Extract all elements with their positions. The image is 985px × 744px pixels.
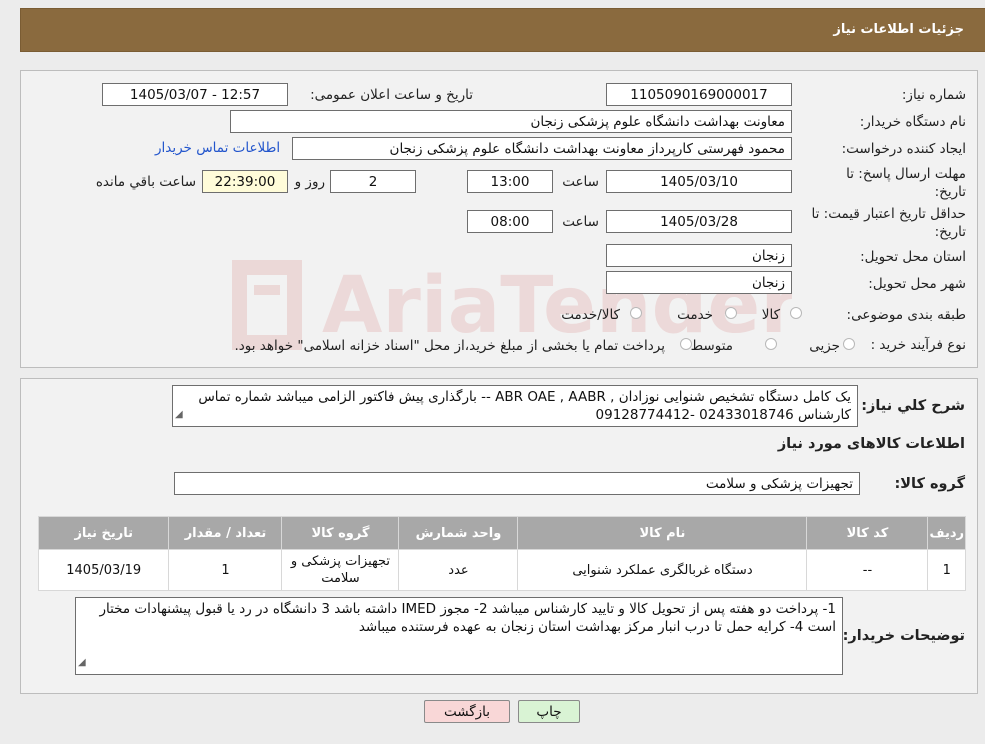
process-label: نوع فرآیند خرید : — [870, 337, 966, 353]
category-radio-goods[interactable] — [790, 307, 802, 319]
deadline-date-field: 1405/03/10 — [606, 170, 792, 193]
days-field: 2 — [330, 170, 416, 193]
process-radio-minor[interactable] — [843, 338, 855, 350]
table-row: 1 -- دستگاه غربالگری عملکرد شنوایی عدد ت… — [37, 549, 966, 591]
province-label: استان محل تحویل: — [860, 249, 966, 265]
need-number-label: شماره نیاز: — [901, 87, 966, 103]
remaining-time-field: 22:39:00 — [202, 170, 288, 193]
buyer-org-field: معاونت بهداشت دانشگاه علوم پزشکی زنجان — [230, 110, 792, 133]
items-table: ردیف کد کالا نام کالا واحد شمارش گروه کا… — [37, 516, 966, 591]
print-button[interactable]: چاپ — [518, 700, 580, 723]
category-option-goods-service: کالا/خدمت — [561, 307, 620, 323]
page-title: جزئیات اطلاعات نیاز — [833, 22, 964, 37]
validity-time-field: 08:00 — [467, 210, 553, 233]
goods-group-label: گروه کالا: — [894, 476, 965, 492]
cell-unit: عدد — [398, 549, 519, 591]
cell-need-date: 1405/03/19 — [37, 549, 170, 591]
process-radio-medium[interactable] — [765, 338, 777, 350]
cell-row-no: 1 — [927, 549, 966, 591]
remaining-time-label: ساعت باقي مانده — [95, 174, 196, 190]
validity-date-field: 1405/03/28 — [606, 210, 792, 233]
province-field: زنجان — [606, 244, 792, 267]
col-header-unit: واحد شمارش — [398, 516, 519, 550]
deadline-time-field: 13:00 — [467, 170, 553, 193]
buyer-notes-label: توضیحات خریدار: — [842, 628, 965, 644]
description-label: شرح کلي نياز: — [861, 398, 965, 414]
days-label: روز و — [294, 174, 325, 190]
validity-label-date: تاریخ: — [934, 224, 966, 240]
category-radio-goods-service[interactable] — [630, 307, 642, 319]
deadline-label: مهلت ارسال پاسخ: تا — [846, 166, 966, 182]
table-header-row: ردیف کد کالا نام کالا واحد شمارش گروه کا… — [37, 516, 966, 550]
cell-group: تجهیزات پزشکی و سلامت — [281, 549, 400, 591]
cell-code: -- — [806, 549, 929, 591]
process-option-minor: جزیی — [809, 338, 840, 354]
deadline-time-label: ساعت — [562, 174, 599, 190]
description-textarea: یک کامل دستگاه تشخیص شنوایی نوزادان , AB… — [172, 385, 858, 427]
resize-grip-icon[interactable]: ◢ — [78, 654, 86, 672]
col-header-code: کد کالا — [806, 516, 929, 550]
city-field: زنجان — [606, 271, 792, 294]
goods-section-title: اطلاعات کالاهای مورد نیاز — [777, 436, 965, 452]
validity-label: حداقل تاریخ اعتبار قیمت: تا — [811, 206, 966, 222]
buyer-notes-text: 1- پرداخت دو هفته پس از تحویل کالا و تای… — [99, 601, 836, 635]
col-header-quantity: تعداد / مقدار — [168, 516, 283, 550]
announce-label: تاریخ و ساعت اعلان عمومی: — [310, 87, 473, 103]
back-button[interactable]: بازگشت — [424, 700, 510, 723]
cell-name: دستگاه غربالگری عملکرد شنوایی — [517, 549, 808, 591]
deadline-label-date: تاریخ: — [934, 184, 966, 200]
col-header-group: گروه کالا — [281, 516, 400, 550]
creator-field: محمود فهرستی کارپرداز معاونت بهداشت دانش… — [292, 137, 792, 160]
buyer-org-label: نام دستگاه خریدار: — [859, 114, 966, 130]
category-label: طبقه بندی موضوعی: — [846, 307, 966, 323]
category-option-goods: کالا — [761, 307, 780, 323]
process-option-medium: متوسط — [690, 338, 733, 354]
buyer-notes-textarea: 1- پرداخت دو هفته پس از تحویل کالا و تای… — [75, 597, 843, 675]
page-header: جزئیات اطلاعات نیاز — [20, 8, 985, 52]
col-header-need-date: تاریخ نیاز — [37, 516, 170, 550]
col-header-row-no: ردیف — [927, 516, 966, 550]
process-radio-treasury[interactable] — [680, 338, 692, 350]
validity-time-label: ساعت — [562, 214, 599, 230]
goods-group-field: تجهیزات پزشکی و سلامت — [174, 472, 860, 495]
cell-quantity: 1 — [168, 549, 283, 591]
need-number-field: 1105090169000017 — [606, 83, 792, 106]
process-note: پرداخت تمام یا بخشی از مبلغ خرید،از محل … — [234, 338, 665, 354]
creator-label: ایجاد کننده درخواست: — [841, 141, 966, 157]
category-radio-service[interactable] — [725, 307, 737, 319]
city-label: شهر محل تحویل: — [868, 276, 966, 292]
announce-field: 1405/03/07 - 12:57 — [102, 83, 288, 106]
col-header-name: نام کالا — [517, 516, 808, 550]
buyer-contact-link[interactable]: اطلاعات تماس خریدار — [155, 140, 280, 156]
category-option-service: خدمت — [677, 307, 713, 323]
description-text: یک کامل دستگاه تشخیص شنوایی نوزادان , AB… — [198, 389, 851, 423]
resize-grip-icon[interactable]: ◢ — [175, 406, 183, 424]
